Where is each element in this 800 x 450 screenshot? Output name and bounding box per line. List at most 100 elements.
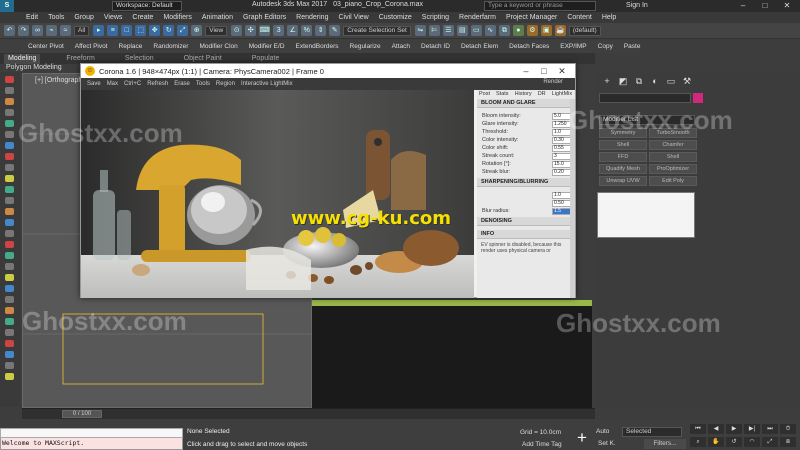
bind-space-warp-icon[interactable]: ≈ [60, 25, 71, 36]
search-input[interactable]: Type a keyword or phrase [484, 1, 596, 11]
tool-icon[interactable] [5, 142, 14, 149]
menu-tools[interactable]: Tools [48, 14, 64, 21]
select-by-name-icon[interactable]: ≡ [107, 25, 119, 36]
menu-help[interactable]: Help [602, 14, 616, 21]
blur-radius-field[interactable]: 1.5 [552, 207, 572, 215]
curve-editor-icon[interactable]: ∿ [484, 25, 496, 36]
sharpen-radius-field[interactable]: 0.50 [552, 199, 572, 207]
pan-icon[interactable]: ✋ [708, 437, 724, 447]
motion-tab-icon[interactable]: ◐ [649, 76, 661, 87]
sharpen-amount-field[interactable]: 1.0 [552, 191, 572, 199]
tool-icon[interactable] [5, 252, 14, 259]
paste-button[interactable]: Paste [624, 43, 641, 50]
modifier-button-shell[interactable]: Shell [599, 140, 647, 150]
object-name-field[interactable] [599, 93, 691, 103]
tool-icon[interactable] [5, 219, 14, 226]
vfb-render-button[interactable]: Render [543, 79, 563, 85]
menu-rendering[interactable]: Rendering [296, 14, 328, 21]
exp-imp-button[interactable]: EXP/IMP [560, 43, 586, 50]
modifier-button-chamfer[interactable]: Chamfer [649, 140, 697, 150]
window-crossing-icon[interactable]: ⬚ [135, 25, 147, 36]
info-header[interactable]: INFO [477, 230, 575, 239]
vfb-title-bar[interactable]: ☺ Corona 1.6 | 948×474px (1:1) | Camera:… [81, 64, 575, 78]
selection-filter-dropdown[interactable]: All [74, 25, 90, 36]
key-filters-button[interactable]: Filters... [644, 439, 686, 449]
spinner-snap-icon[interactable]: ⇕ [315, 25, 327, 36]
tool-icon[interactable] [5, 164, 14, 171]
denoising-header[interactable]: DENOISING [477, 217, 575, 226]
vfb-refresh-button[interactable]: Refresh [147, 81, 168, 87]
vfb-minimize-icon[interactable]: – [517, 65, 535, 77]
modifier-button-edit-poly[interactable]: Edit Poly [649, 176, 697, 186]
tab-stats[interactable]: Stats [496, 90, 509, 99]
modify-tab-icon[interactable]: ◩ [617, 76, 629, 87]
modifier-ed-button[interactable]: Modifier E/D [249, 43, 285, 50]
move-icon[interactable]: ✥ [149, 25, 161, 36]
close-icon[interactable]: ✕ [776, 0, 798, 12]
goto-end-icon[interactable]: ⏭ [762, 424, 778, 434]
create-tab-icon[interactable]: + [601, 76, 613, 87]
menu-modifiers[interactable]: Modifiers [163, 14, 191, 21]
tool-icon[interactable] [5, 296, 14, 303]
regularize-button[interactable]: Regularize [350, 43, 381, 50]
redo-icon[interactable]: ↷ [18, 25, 29, 36]
schematic-view-icon[interactable]: ⧉ [498, 25, 510, 36]
key-filter-dropdown[interactable]: Selected [622, 427, 682, 437]
tool-icon[interactable] [5, 175, 14, 182]
color-shift-field[interactable]: 0.55 [552, 144, 572, 152]
detach-faces-button[interactable]: Detach Faces [509, 43, 549, 50]
tool-icon[interactable] [5, 340, 14, 347]
vfb-copy-button[interactable]: Ctrl+C [124, 81, 141, 87]
play-icon[interactable]: ▶ [726, 424, 742, 434]
vfb-close-icon[interactable]: ✕ [553, 65, 571, 77]
reference-coord-dropdown[interactable]: View [205, 25, 228, 36]
ribbon-toggle-icon[interactable]: ▭ [470, 25, 482, 36]
menu-group[interactable]: Group [74, 14, 93, 21]
menu-customize[interactable]: Customize [379, 14, 412, 21]
angle-snap-icon[interactable]: ∠ [287, 25, 299, 36]
sharpening-blurring-header[interactable]: SHARPENING/BLURRING [477, 178, 575, 187]
add-time-tag-button[interactable]: Add Time Tag [522, 441, 562, 448]
pivot-center-icon[interactable]: ⊙ [231, 25, 243, 36]
tool-icon[interactable] [5, 373, 14, 380]
tool-icon[interactable] [5, 76, 14, 83]
fov-icon[interactable]: ◠ [744, 437, 760, 447]
streak-count-field[interactable]: 3 [552, 152, 572, 160]
material-editor-icon[interactable]: ● [512, 25, 524, 36]
vfb-save-button[interactable]: Save [87, 81, 101, 87]
menu-renderfarm[interactable]: Renderfarm [459, 14, 496, 21]
bloom-glare-header[interactable]: BLOOM AND GLARE [477, 99, 575, 108]
tool-icon[interactable] [5, 362, 14, 369]
time-config-icon[interactable]: ⏱ [780, 424, 796, 434]
auto-key-button[interactable]: Auto [596, 428, 609, 435]
tool-icon[interactable] [5, 120, 14, 127]
menu-create[interactable]: Create [132, 14, 153, 21]
sign-in-link[interactable]: Sign In [626, 2, 648, 9]
menu-project-manager[interactable]: Project Manager [506, 14, 557, 21]
hierarchy-tab-icon[interactable]: ⧉ [633, 76, 645, 87]
rendered-frame-window-icon[interactable]: ▣ [540, 25, 552, 36]
modifier-clone-button[interactable]: Modifier Clon [199, 43, 237, 50]
tool-icon[interactable] [5, 186, 14, 193]
layer-dropdown[interactable]: (default) [568, 25, 601, 36]
set-key-button[interactable]: Set K. [598, 440, 616, 447]
tool-icon[interactable] [5, 131, 14, 138]
layer-explorer-icon[interactable]: ▤ [456, 25, 468, 36]
tab-lightmix[interactable]: LightMix [552, 90, 572, 99]
prev-frame-icon[interactable]: ◀ [708, 424, 724, 434]
randomizer-button[interactable]: Randomizer [153, 43, 188, 50]
workspace-select[interactable]: Workspace: Default [112, 1, 182, 11]
maximize-icon[interactable]: □ [754, 0, 776, 12]
scale-icon[interactable]: ⤢ [177, 25, 189, 36]
time-slider[interactable]: 0 / 100 [62, 410, 102, 418]
timeline[interactable]: 0 / 100 [22, 408, 595, 419]
display-tab-icon[interactable]: ▭ [665, 76, 677, 87]
copy-button[interactable]: Copy [598, 43, 613, 50]
mirror-icon[interactable]: ⇋ [414, 25, 426, 36]
tool-icon[interactable] [5, 285, 14, 292]
link-icon[interactable]: ∞ [32, 25, 43, 36]
percent-snap-icon[interactable]: % [301, 25, 313, 36]
select-object-icon[interactable]: ▸ [93, 25, 105, 36]
vfb-region-button[interactable]: Region [216, 81, 235, 87]
tool-icon[interactable] [5, 109, 14, 116]
